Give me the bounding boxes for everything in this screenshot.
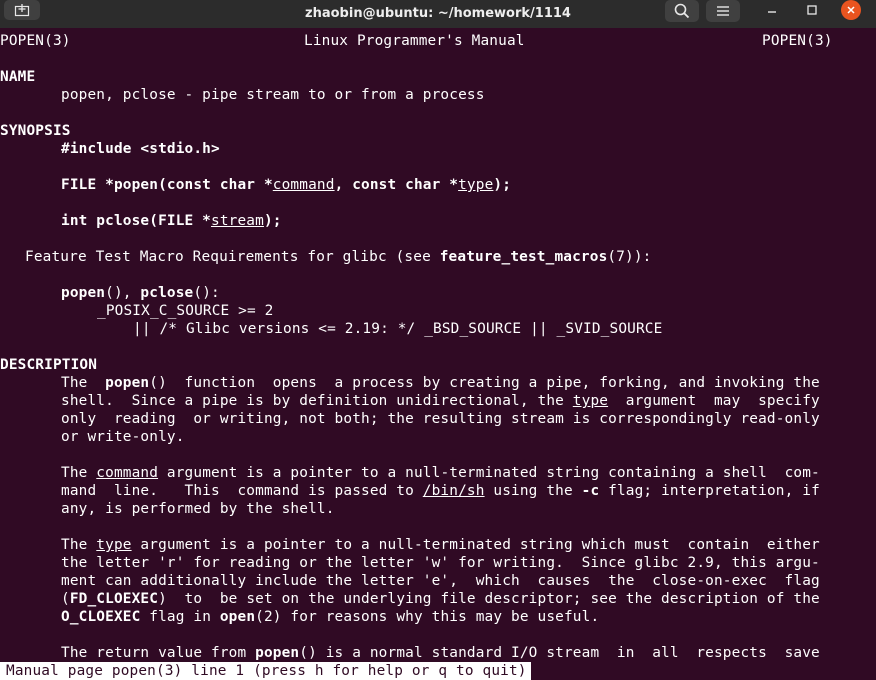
desc-line: only reading or writing, not both; the r… xyxy=(61,411,820,427)
sig-text: int pclose(FILE * xyxy=(61,213,212,229)
minimize-button[interactable] xyxy=(757,0,787,20)
desc-line: shell. Since a pipe is by definition uni… xyxy=(61,392,820,410)
sig-text: FILE *popen(const char * xyxy=(61,177,273,193)
ftm-text: (7)): xyxy=(607,249,652,265)
sig-text: ); xyxy=(493,177,512,193)
man-header-center: Linux Programmer's Manual xyxy=(304,33,525,49)
ftm-func-pclose: pclose xyxy=(140,285,194,301)
section-description-heading: DESCRIPTION xyxy=(0,357,98,373)
desc-path-binsh: /bin/sh xyxy=(422,483,485,499)
desc-text: flag; interpretation, if xyxy=(599,483,820,499)
sig-text: , const char * xyxy=(334,177,459,193)
search-button[interactable] xyxy=(665,0,699,22)
desc-const-fd-cloexec: FD_CLOEXEC xyxy=(69,591,159,607)
desc-func-popen: popen xyxy=(255,645,300,661)
sig-arg-type: type xyxy=(458,177,494,193)
desc-line: The type argument is a pointer to a null… xyxy=(61,536,820,554)
title-bar: zhaobin@ubuntu: ~/homework/1114 xyxy=(0,0,876,28)
desc-text: shell. Since a pipe is by definition uni… xyxy=(61,393,573,409)
sig-arg-command: command xyxy=(272,177,335,193)
desc-text: (2) for reasons why this may be useful. xyxy=(255,609,600,625)
desc-text: ( xyxy=(61,591,70,607)
menu-button[interactable] xyxy=(706,0,740,22)
desc-flag-c: -c xyxy=(581,483,600,499)
close-button[interactable] xyxy=(841,0,861,20)
desc-text: The xyxy=(61,537,97,553)
desc-const-o-cloexec: O_CLOEXEC xyxy=(61,609,141,625)
desc-text: argument is a pointer to a null-terminat… xyxy=(158,465,820,481)
desc-line: O_CLOEXEC flag in open(2) for reasons wh… xyxy=(61,608,599,626)
desc-line: ment can additionally include the letter… xyxy=(61,573,820,589)
ftm-sep: (), xyxy=(105,285,141,301)
section-synopsis-heading: SYNOPSIS xyxy=(0,123,71,139)
desc-text: The return value from xyxy=(61,645,256,661)
close-icon xyxy=(847,6,855,14)
desc-text: () is a normal standard I/O stream in al… xyxy=(299,645,820,661)
ftm-condition-1: _POSIX_C_SOURCE >= 2 xyxy=(97,303,274,319)
desc-line: mand line. This command is passed to /bi… xyxy=(61,482,820,500)
man-header-right: POPEN(3) xyxy=(762,33,833,49)
desc-line: the letter 'r' for reading or the letter… xyxy=(61,555,820,571)
feature-test-line: Feature Test Macro Requirements for glib… xyxy=(25,248,652,266)
maximize-icon xyxy=(807,5,817,15)
desc-text: using the xyxy=(484,483,582,499)
include-line: #include <stdio.h> xyxy=(61,141,220,157)
desc-text: flag in xyxy=(140,609,220,625)
desc-text: The xyxy=(61,465,97,481)
desc-text: argument may specify xyxy=(608,393,820,409)
desc-text: () function opens a process by creating … xyxy=(149,375,820,391)
desc-line: The command argument is a pointer to a n… xyxy=(61,464,820,482)
desc-text: The xyxy=(61,375,106,391)
sig-arg-stream: stream xyxy=(211,213,264,229)
ftm-macro: feature_test_macros xyxy=(439,249,608,265)
ftm-functions: popen(), pclose(): xyxy=(61,284,220,302)
desc-text: mand line. This command is passed to xyxy=(61,483,423,499)
terminal-area[interactable]: POPEN(3) Linux Programmer's Manual POPEN… xyxy=(0,28,876,680)
ftm-text: Feature Test Macro Requirements for glib… xyxy=(25,249,440,265)
maximize-button[interactable] xyxy=(797,0,827,20)
pager-status-bar: Manual page popen(3) line 1 (press h for… xyxy=(0,662,531,680)
desc-text: ) to be set on the underlying file descr… xyxy=(158,591,820,607)
desc-func-popen: popen xyxy=(105,375,150,391)
desc-line: (FD_CLOEXEC) to be set on the underlying… xyxy=(61,590,820,608)
desc-text: argument is a pointer to a null-terminat… xyxy=(131,537,820,553)
man-header-left: POPEN(3) xyxy=(0,33,71,49)
name-text: popen, pclose - pipe stream to or from a… xyxy=(61,87,485,103)
desc-line: any, is performed by the shell. xyxy=(61,501,335,517)
ftm-condition-2: || /* Glibc versions <= 2.19: */ _BSD_SO… xyxy=(133,321,663,337)
desc-arg-command: command xyxy=(96,465,159,481)
hamburger-menu-icon xyxy=(717,6,729,16)
window-title: zhaobin@ubuntu: ~/homework/1114 xyxy=(305,6,571,21)
desc-line: The return value from popen() is a norma… xyxy=(61,644,820,662)
desc-arg-type: type xyxy=(572,393,609,409)
search-icon xyxy=(674,3,690,19)
ftm-func-popen: popen xyxy=(61,285,106,301)
section-name-heading: NAME xyxy=(0,69,36,85)
pclose-signature: int pclose(FILE *stream); xyxy=(61,212,282,230)
ftm-end: (): xyxy=(193,285,220,301)
desc-func-open: open xyxy=(219,609,256,625)
desc-line: The popen() function opens a process by … xyxy=(61,374,820,392)
popen-signature: FILE *popen(const char *command, const c… xyxy=(61,176,511,194)
desc-arg-type: type xyxy=(96,537,132,553)
sig-text: ); xyxy=(263,213,282,229)
desc-line: or write-only. xyxy=(61,429,185,445)
minimize-icon xyxy=(768,11,776,13)
